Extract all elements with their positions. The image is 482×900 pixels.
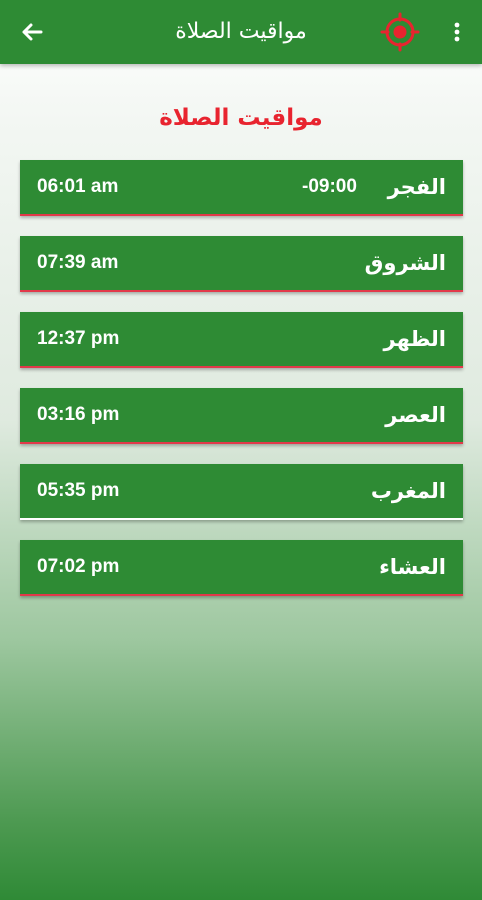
prayer-name: العصر bbox=[385, 403, 446, 427]
prayer-row-isha[interactable]: 07:02 pm العشاء bbox=[20, 540, 463, 596]
page-heading: مواقيت الصلاة bbox=[159, 105, 323, 131]
prayer-name: العشاء bbox=[379, 555, 446, 579]
prayer-countdown: -09:00 bbox=[302, 176, 357, 197]
prayer-row-dhuhr[interactable]: 12:37 pm الظهر bbox=[20, 312, 463, 368]
more-options-button[interactable] bbox=[446, 14, 468, 50]
prayer-row-asr[interactable]: 03:16 pm العصر bbox=[20, 388, 463, 444]
prayer-name: المغرب bbox=[370, 479, 446, 503]
app-bar: مواقيت الصلاة bbox=[0, 0, 482, 64]
location-button[interactable] bbox=[380, 12, 420, 52]
prayer-row-maghrib[interactable]: 05:35 pm المغرب bbox=[20, 464, 463, 520]
prayer-time: 05:35 pm bbox=[37, 480, 120, 501]
prayer-row-fajr[interactable]: 06:01 am -09:00 الفجر bbox=[20, 160, 463, 216]
prayer-time: 03:16 pm bbox=[37, 404, 120, 425]
prayer-time: 07:02 pm bbox=[37, 556, 120, 577]
prayer-time: 06:01 am bbox=[37, 176, 119, 197]
prayer-name: الظهر bbox=[383, 327, 446, 351]
crosshair-target-icon bbox=[380, 12, 420, 52]
prayer-row-sunrise[interactable]: 07:39 am الشروق bbox=[20, 236, 463, 292]
more-vertical-icon bbox=[454, 22, 460, 42]
prayer-times-list: 06:01 am -09:00 الفجر 07:39 am الشروق 12… bbox=[20, 160, 463, 616]
prayer-time: 12:37 pm bbox=[37, 328, 120, 349]
prayer-name: الشروق bbox=[364, 251, 446, 275]
prayer-name: الفجر bbox=[387, 175, 446, 199]
prayer-time: 07:39 am bbox=[37, 252, 119, 273]
